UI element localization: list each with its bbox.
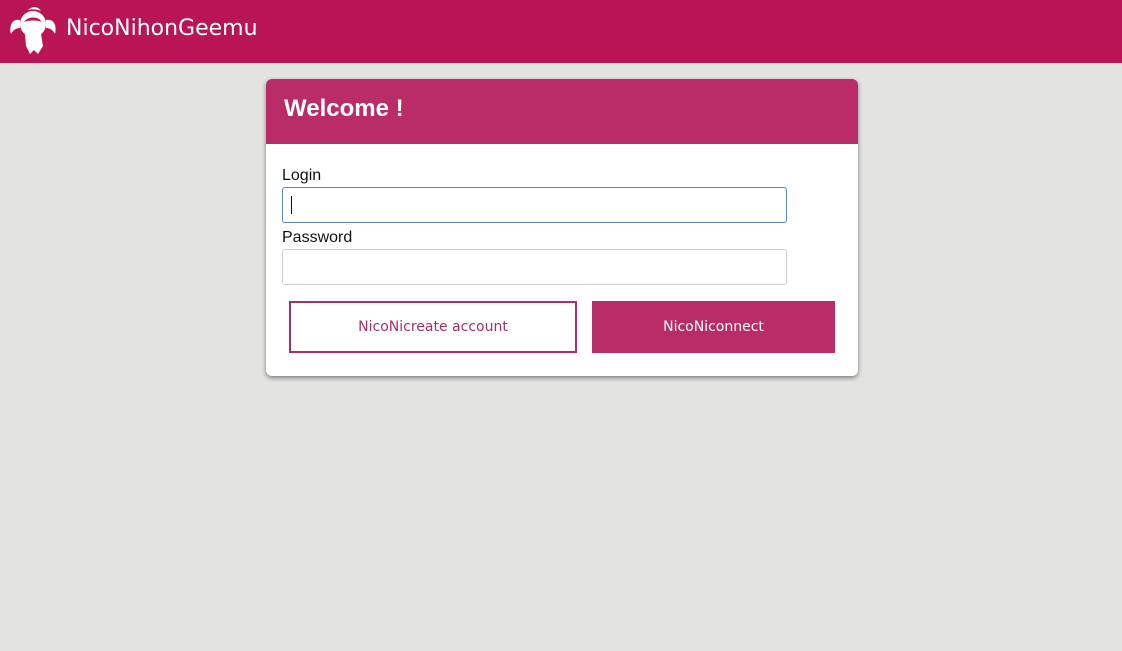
login-label: Login [282, 167, 322, 184]
text-cursor [291, 196, 292, 214]
login-input[interactable] [282, 187, 787, 223]
password-input[interactable] [282, 249, 787, 285]
login-card-header: Welcome ! [266, 79, 858, 144]
welcome-title: Welcome ! [284, 95, 404, 122]
connect-button[interactable]: NicoNiconnect [592, 301, 835, 353]
anime-girl-logo-icon [10, 7, 56, 54]
create-account-button[interactable]: NicoNicreate account [289, 301, 577, 353]
top-bar: NicoNihonGeemu [0, 0, 1122, 63]
password-label: Password [282, 229, 353, 246]
app-title: NicoNihonGeemu [66, 16, 258, 41]
login-card: Welcome ! Login Password NicoNicreate ac… [266, 79, 858, 376]
